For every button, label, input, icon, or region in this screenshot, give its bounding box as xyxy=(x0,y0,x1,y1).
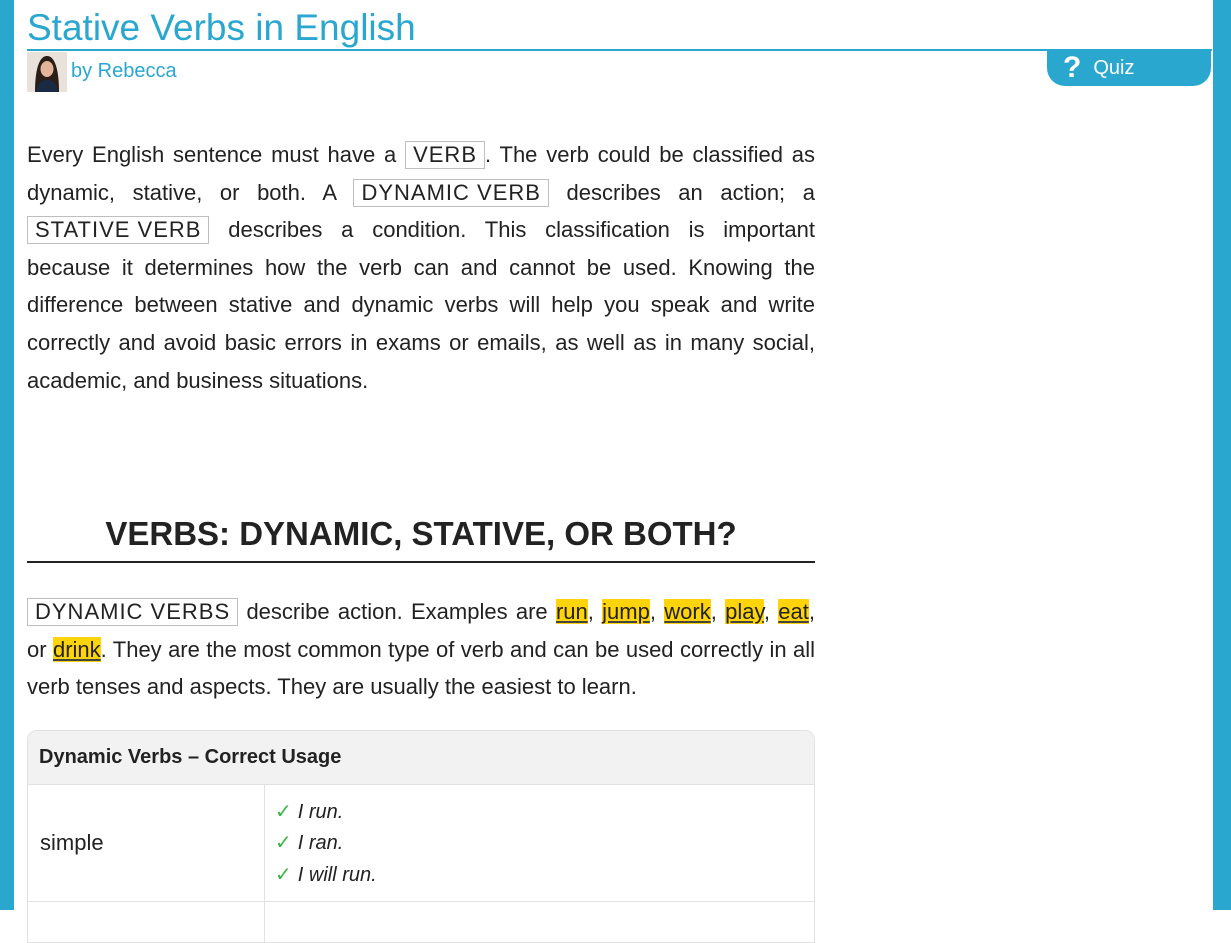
right-border xyxy=(1213,0,1231,910)
quiz-label: Quiz xyxy=(1093,56,1135,79)
example-verb[interactable]: eat xyxy=(778,599,809,625)
dynamic-verbs-tag: DYNAMIC VERBS xyxy=(27,598,239,627)
dynamic-verbs-paragraph: DYNAMIC VERBS describe action. Examples … xyxy=(27,598,815,700)
example-verb[interactable]: play xyxy=(725,599,764,625)
tense-name-empty xyxy=(28,901,265,942)
section-heading: VERBS: DYNAMIC, STATIVE, OR BOTH? xyxy=(27,513,815,564)
title-divider xyxy=(27,49,1212,51)
page-title: Stative Verbs in English xyxy=(27,7,416,48)
tense-name: simple xyxy=(28,784,265,901)
table-header: Dynamic Verbs – Correct Usage xyxy=(28,730,814,785)
example-sentence: ✓ I run. xyxy=(275,800,344,823)
example-verb[interactable]: work xyxy=(664,599,711,625)
example-sentence: ✓ I will run. xyxy=(275,863,377,886)
table-row xyxy=(28,901,814,942)
author-byline[interactable]: by Rebecca xyxy=(71,60,177,83)
intro-paragraph: Every English sentence must have a VERB.… xyxy=(27,141,815,393)
verb-tag: VERB xyxy=(405,141,485,169)
article-content: Every English sentence must have a VERB.… xyxy=(27,136,815,943)
check-icon: ✓ xyxy=(275,832,292,855)
author-avatar xyxy=(27,52,67,92)
question-icon: ? xyxy=(1063,51,1082,84)
stative-verb-tag: STATIVE VERB xyxy=(27,216,210,245)
example-verb[interactable]: drink xyxy=(52,636,101,662)
check-icon: ✓ xyxy=(275,800,292,823)
table-row: simple ✓ I run. ✓ I ran. ✓ I will run. xyxy=(28,784,814,902)
check-icon: ✓ xyxy=(275,863,292,886)
left-border xyxy=(0,0,14,910)
dynamic-verbs-table: Dynamic Verbs – Correct Usage simple ✓ I … xyxy=(27,729,815,943)
example-verb[interactable]: jump xyxy=(602,599,650,625)
dynamic-verb-tag: DYNAMIC VERB xyxy=(353,178,549,207)
examples-cell: ✓ I run. ✓ I ran. ✓ I will run. xyxy=(265,785,377,901)
quiz-button[interactable]: ? Quiz xyxy=(1047,50,1211,86)
example-verb[interactable]: run xyxy=(555,599,588,625)
example-sentence: ✓ I ran. xyxy=(275,832,344,855)
